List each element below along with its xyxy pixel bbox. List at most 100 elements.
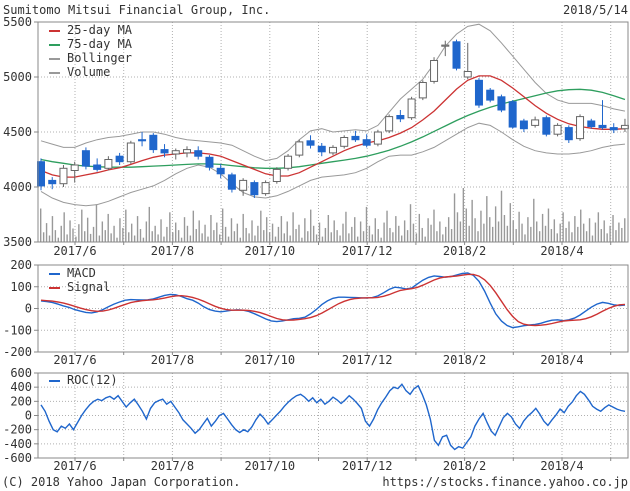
y-axis-label: 200 — [10, 394, 32, 408]
x-axis-label: 2017/10 — [245, 353, 296, 367]
candle-body — [251, 183, 258, 195]
candle-body — [431, 61, 438, 82]
x-axis-label: 2017/12 — [342, 459, 393, 473]
candle-body — [228, 175, 235, 189]
roc-frame — [34, 373, 628, 461]
footer-copyright: (C) 2018 Yahoo Japan Corporation. — [2, 475, 240, 489]
candle-body — [509, 102, 516, 127]
y-axis-label: -200 — [3, 423, 32, 437]
candle-body — [71, 165, 78, 171]
candle-body — [273, 169, 280, 181]
legend-label-bollinger: Bollinger — [67, 53, 132, 64]
x-axis-label: 2018/2 — [443, 459, 486, 473]
x-axis-label: 2017/8 — [151, 244, 194, 258]
x-axis-label: 2017/6 — [53, 459, 96, 473]
ma75-swatch-icon — [49, 44, 60, 46]
x-axis-label: 2017/6 — [53, 353, 96, 367]
candle-body — [195, 151, 202, 157]
candle-body — [397, 116, 404, 119]
macd-frame — [34, 265, 628, 355]
roc-gridlines — [38, 373, 628, 458]
y-axis-label: 5500 — [3, 15, 32, 29]
x-axis-label: 2017/6 — [53, 244, 96, 258]
macd-gridlines — [38, 265, 628, 352]
x-axis-label: 2018/2 — [443, 244, 486, 258]
candle-body — [94, 165, 101, 169]
y-axis-label: 100 — [10, 280, 32, 294]
candle-body — [206, 157, 213, 167]
y-axis-label: 0 — [25, 302, 32, 316]
candle-body — [543, 118, 550, 135]
x-axis-label: 2017/12 — [342, 244, 393, 258]
y-axis-label: -200 — [3, 345, 32, 359]
candle-body — [296, 142, 303, 155]
candle-body — [453, 42, 460, 68]
legend-item-ma25: 25-day MA — [49, 25, 132, 36]
candle-body — [520, 121, 527, 129]
x-axis-label: 2018/4 — [540, 353, 583, 367]
candle-body — [475, 80, 482, 105]
candle-body — [307, 141, 314, 145]
candle-body — [408, 99, 415, 118]
legend-item-macd: MACD — [49, 268, 110, 279]
candle-body — [577, 117, 584, 139]
candle-body — [487, 90, 494, 100]
legend-label-volume: Volume — [67, 67, 110, 78]
roc-chart-legend: ROC(12) — [49, 375, 118, 386]
x-axis-label: 2017/10 — [245, 244, 296, 258]
legend-item-ma75: 75-day MA — [49, 39, 132, 50]
legend-item-bollinger: Bollinger — [49, 53, 132, 64]
macd-chart-legend: MACD Signal — [49, 268, 110, 293]
candle-body — [150, 135, 157, 149]
candle-body — [183, 150, 190, 153]
candle-body — [386, 117, 393, 131]
bollinger-swatch-icon — [49, 58, 60, 60]
roc-swatch-icon — [49, 380, 60, 382]
y-axis-label: -400 — [3, 437, 32, 451]
volume-swatch-icon — [49, 72, 60, 74]
candle-body — [116, 156, 123, 162]
macd-swatch-icon — [49, 273, 60, 275]
y-axis-label: 3500 — [3, 235, 32, 249]
candle-body — [38, 162, 45, 186]
y-axis-label: 0 — [25, 409, 32, 423]
legend-item-volume: Volume — [49, 67, 132, 78]
candle-body — [49, 180, 56, 183]
ma25-swatch-icon — [49, 30, 60, 32]
chart-date: 2018/5/14 — [563, 3, 628, 17]
stock-chart-page: 550050004500400035002017/62017/82017/102… — [0, 0, 630, 491]
candle-body — [240, 180, 247, 190]
y-axis-label: 4500 — [3, 125, 32, 139]
y-axis-label: 400 — [10, 380, 32, 394]
page-title: Sumitomo Mitsui Financial Group, Inc. — [3, 3, 270, 17]
candle-body — [464, 72, 471, 78]
legend-label-macd: MACD — [67, 268, 96, 279]
legend-label-signal: Signal — [67, 282, 110, 293]
roc12-line — [41, 384, 625, 449]
candle-body — [285, 156, 292, 168]
x-axis-label: 2018/4 — [540, 244, 583, 258]
candle-body — [610, 128, 617, 130]
candle-body — [60, 168, 67, 183]
price-chart-legend: 25-day MA 75-day MA Bollinger Volume — [49, 25, 132, 78]
x-axis-label: 2017/10 — [245, 459, 296, 473]
macd-line — [41, 273, 625, 328]
candle-body — [352, 136, 359, 139]
candle-body — [374, 132, 381, 144]
candle-body — [318, 146, 325, 152]
x-axis-label: 2017/8 — [151, 353, 194, 367]
candle-body — [217, 168, 224, 174]
y-axis-label: 5000 — [3, 70, 32, 84]
candle-body — [363, 140, 370, 146]
candle-body — [532, 120, 539, 126]
candle-body — [172, 151, 179, 154]
candle-body — [341, 138, 348, 147]
x-axis-label: 2017/12 — [342, 353, 393, 367]
candle-body — [599, 125, 606, 127]
candle-body — [442, 45, 449, 46]
signal-swatch-icon — [49, 287, 60, 289]
legend-label-ma75: 75-day MA — [67, 39, 132, 50]
x-axis-label: 2018/4 — [540, 459, 583, 473]
candle-body — [498, 97, 505, 110]
x-axis-label: 2018/2 — [443, 353, 486, 367]
